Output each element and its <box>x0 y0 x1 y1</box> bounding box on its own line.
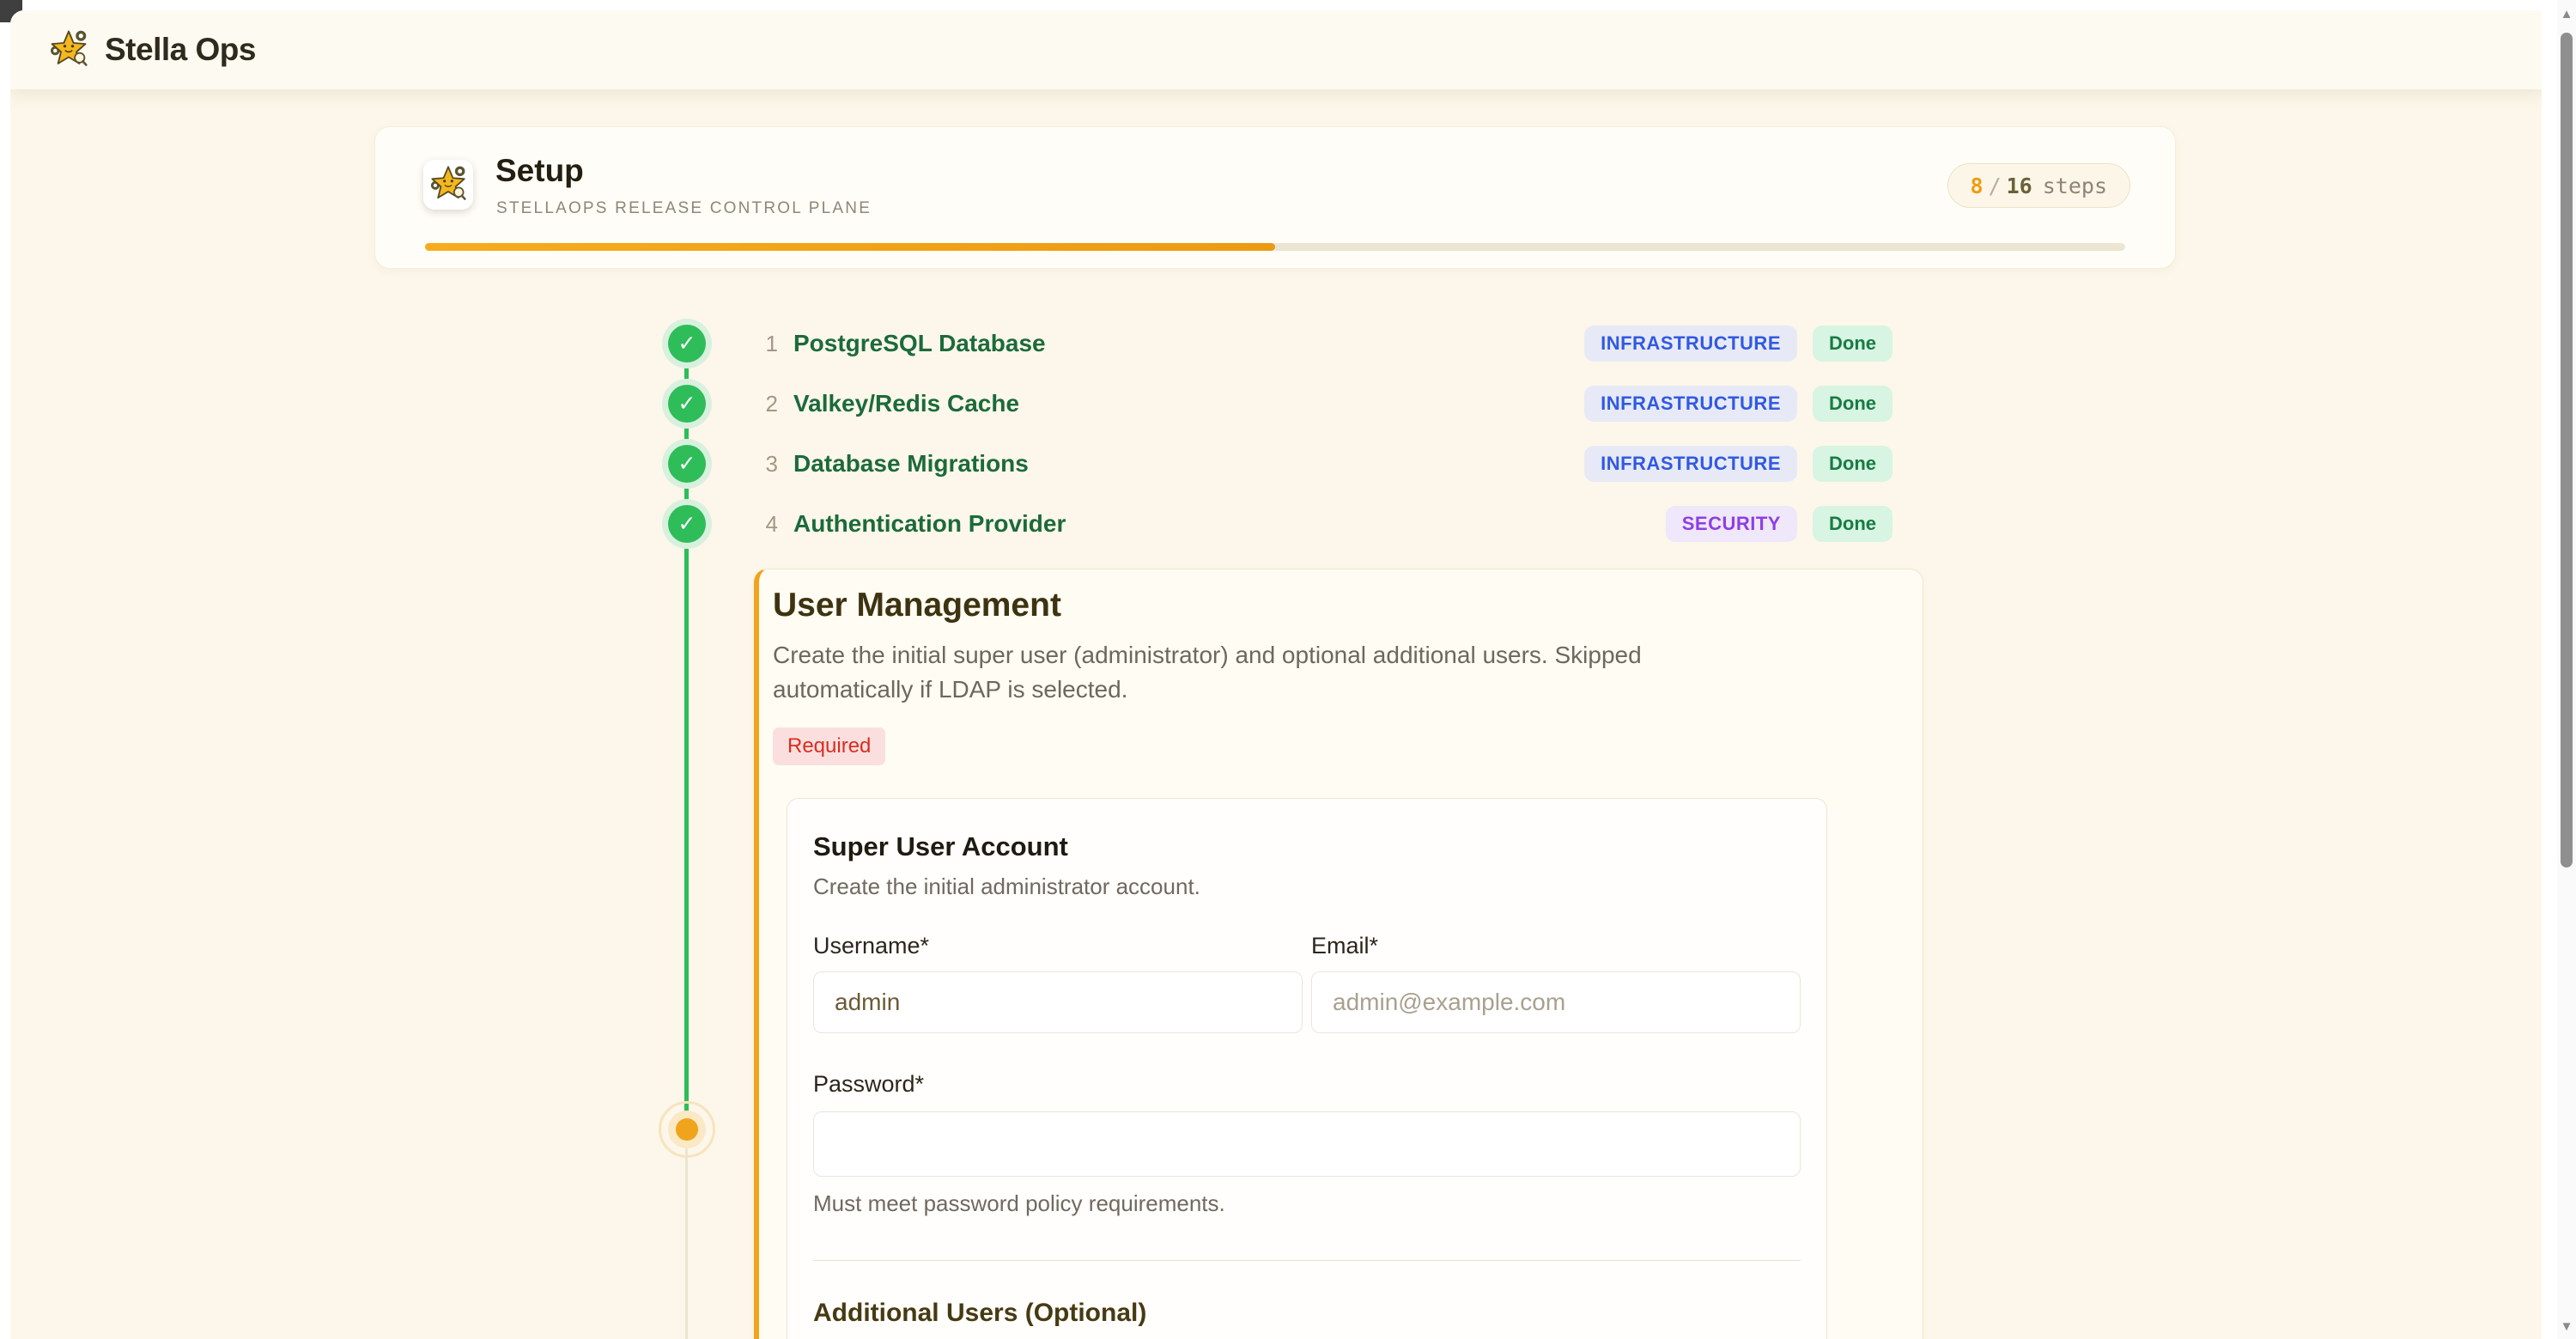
steps-total: 16 <box>2007 173 2032 198</box>
status-badge: Done <box>1813 386 1893 422</box>
scrollbar-thumb[interactable] <box>2561 33 2573 867</box>
username-field[interactable] <box>813 971 1303 1033</box>
scrollbar-gutter <box>2542 0 2557 1339</box>
user-management-panel: User Management Create the initial super… <box>754 569 1923 1339</box>
setup-step-row[interactable]: 2 Valkey/Redis Cache INFRASTRUCTURE Done <box>756 374 1893 434</box>
step-name: Authentication Provider <box>793 510 1066 538</box>
star-icon <box>428 163 468 207</box>
step-number: 2 <box>756 391 778 417</box>
app-window: Stella Ops Setup STELLAOPS RELEASE CONTR… <box>10 10 2542 1339</box>
steps-count-badge: 8 / 16 steps <box>1947 163 2131 208</box>
page-subtitle: STELLAOPS RELEASE CONTROL PLANE <box>496 199 872 218</box>
password-field[interactable] <box>813 1111 1801 1177</box>
additional-users-title: Additional Users (Optional) <box>813 1299 1801 1328</box>
timeline-line-upcoming <box>685 1129 688 1339</box>
email-field[interactable] <box>1311 971 1801 1033</box>
setup-step-row[interactable]: 3 Database Migrations INFRASTRUCTURE Don… <box>756 434 1893 494</box>
super-user-description: Create the initial administrator account… <box>813 873 1801 900</box>
page: Stella Ops Setup STELLAOPS RELEASE CONTR… <box>0 0 2576 1339</box>
category-badge: INFRASTRUCTURE <box>1584 326 1797 362</box>
required-badge: Required <box>773 727 885 765</box>
status-badge: Done <box>1813 326 1893 362</box>
setup-step-row[interactable]: 4 Authentication Provider SECURITY Done <box>756 494 1893 554</box>
page-title: Setup <box>495 153 584 189</box>
super-user-title: Super User Account <box>813 831 1801 862</box>
current-step-marker-icon <box>676 1118 698 1141</box>
vertical-scrollbar[interactable]: ▲ ▼ <box>2557 0 2576 1339</box>
steps-separator: / <box>1989 173 2002 198</box>
step-completed-check-icon: ✓ <box>668 325 706 362</box>
step-completed-check-icon: ✓ <box>668 385 706 423</box>
app-header: Stella Ops <box>10 10 2542 89</box>
additional-users-description: Add additional users during setup. <box>813 1336 1801 1339</box>
stella-ops-logo-icon <box>48 27 89 73</box>
setup-progress-bar <box>425 243 2125 251</box>
steps-completed: 8 <box>1971 173 1984 198</box>
step-completed-check-icon: ✓ <box>668 505 706 543</box>
category-badge: SECURITY <box>1666 506 1797 542</box>
step-number: 3 <box>756 451 778 478</box>
section-divider <box>813 1260 1801 1261</box>
step-name: Valkey/Redis Cache <box>793 390 1019 417</box>
super-user-card: Super User Account Create the initial ad… <box>787 798 1827 1339</box>
setup-app-icon-tile <box>423 160 473 210</box>
steps-label: steps <box>2043 173 2107 198</box>
step-completed-check-icon: ✓ <box>668 445 706 483</box>
password-helper-text: Must meet password policy requirements. <box>813 1190 1801 1217</box>
category-badge: INFRASTRUCTURE <box>1584 386 1797 422</box>
step-number: 1 <box>756 331 778 357</box>
status-badge: Done <box>1813 506 1893 542</box>
username-label: Username* <box>813 933 1303 959</box>
step-number: 4 <box>756 511 778 538</box>
password-label: Password* <box>813 1071 1801 1098</box>
step-name: PostgreSQL Database <box>793 330 1046 357</box>
setup-progress-fill <box>425 243 1275 251</box>
scroll-up-arrow-icon[interactable]: ▲ <box>2557 7 2576 21</box>
email-label: Email* <box>1311 933 1801 959</box>
brand-title: Stella Ops <box>105 32 256 68</box>
section-title: User Management <box>773 587 1923 624</box>
category-badge: INFRASTRUCTURE <box>1584 446 1797 482</box>
step-name: Database Migrations <box>793 450 1029 478</box>
section-description: Create the initial super user (administr… <box>773 638 1722 707</box>
status-badge: Done <box>1813 446 1893 482</box>
setup-step-row[interactable]: 1 PostgreSQL Database INFRASTRUCTURE Don… <box>756 313 1893 374</box>
setup-header-card: Setup STELLAOPS RELEASE CONTROL PLANE 8 … <box>374 126 2176 269</box>
scroll-down-arrow-icon[interactable]: ▼ <box>2557 1319 2576 1334</box>
